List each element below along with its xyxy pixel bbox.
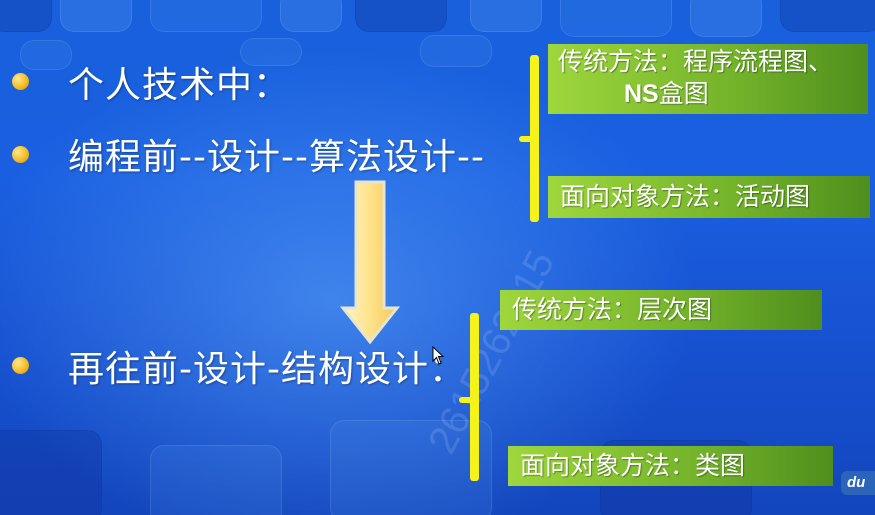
- box-traditional-flowchart-line1: 传统方法：程序流程图、: [558, 47, 834, 76]
- box-oo-activity-diagram: 面向对象方法：活动图: [548, 176, 870, 218]
- bullet-dot-1: [12, 73, 29, 90]
- bullet-text-algorithm-design: 编程前--设计--算法设计--: [68, 137, 485, 178]
- box-traditional-hierarchy: 传统方法：层次图: [500, 290, 822, 330]
- bullet-text-personal-tech: 个人技术中：: [68, 65, 291, 106]
- box-traditional-flowchart-line2: NS盒图: [558, 78, 868, 110]
- bullet-dot-3: [12, 357, 29, 374]
- box-oo-class-diagram: 面向对象方法：类图: [508, 446, 833, 486]
- ns-label: NS: [624, 80, 659, 108]
- bullet-dot-2: [12, 146, 29, 163]
- bracket-algorithm-nub: [519, 136, 533, 142]
- bullet-text-structure-design: 再往前-设计-结构设计：: [68, 349, 466, 390]
- bracket-structure-nub: [459, 397, 473, 403]
- box-chart-label: 盒图: [658, 79, 709, 108]
- box-traditional-flowchart: 传统方法：程序流程图、 NS盒图: [548, 44, 868, 114]
- mouse-cursor-icon: [432, 346, 445, 365]
- slide: { "bullets": { "item1": "个人技术中：", "item2…: [0, 0, 875, 515]
- down-arrow-icon: [340, 180, 400, 345]
- du-logo: du: [841, 471, 875, 495]
